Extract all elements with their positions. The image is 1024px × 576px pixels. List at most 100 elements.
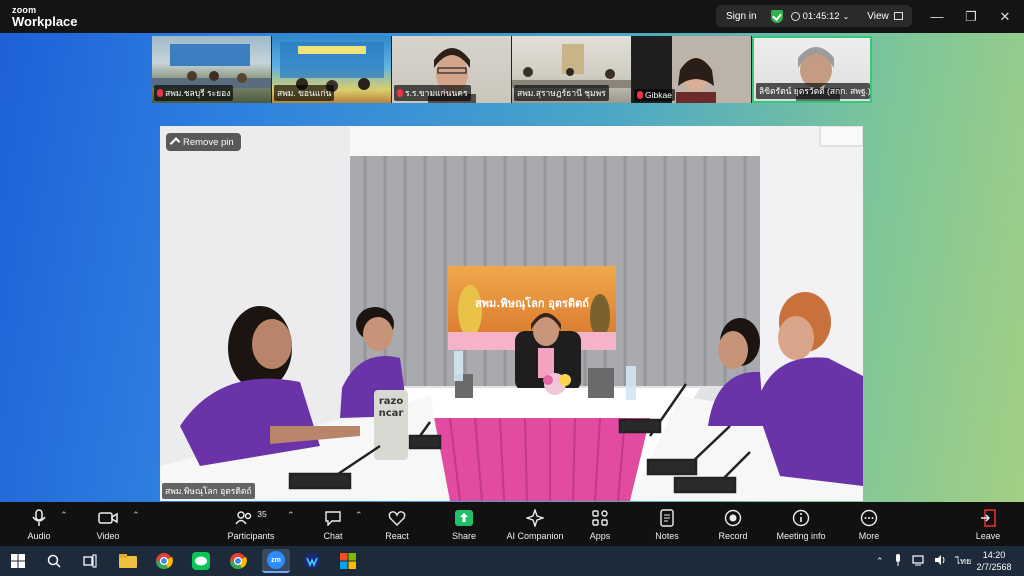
participant-thumbnail[interactable]: สพม.ชลบุรี ระยอง xyxy=(152,36,272,103)
record-icon xyxy=(724,508,742,528)
task-view-icon[interactable] xyxy=(80,551,100,571)
zoom-badge: zm xyxy=(267,551,285,569)
apps-label: Apps xyxy=(589,530,611,541)
microphone-tray-icon[interactable] xyxy=(894,554,902,568)
participants-icon: 35 xyxy=(235,508,267,528)
mic-muted-icon xyxy=(637,91,643,99)
minimize-button[interactable]: — xyxy=(920,0,954,33)
more-icon xyxy=(860,508,878,528)
close-button[interactable]: ✕ xyxy=(988,0,1022,33)
video-options-caret[interactable]: ⌃ xyxy=(132,510,140,521)
windows-start-icon[interactable] xyxy=(8,551,28,571)
chat-bubble-icon xyxy=(324,508,342,528)
ai-companion-label: AI Companion xyxy=(506,530,564,541)
volume-icon[interactable] xyxy=(934,554,946,568)
view-label: View xyxy=(867,10,889,22)
leave-label: Leave xyxy=(975,530,1001,541)
notes-icon xyxy=(659,508,675,528)
sparkle-icon xyxy=(526,508,544,528)
notes-button[interactable]: Notes xyxy=(651,502,683,546)
language-indicator[interactable]: ไทย xyxy=(956,554,972,568)
record-label: Record xyxy=(718,530,748,541)
participant-name: Gibkae xyxy=(634,89,675,101)
audio-button[interactable]: Audio xyxy=(22,502,56,546)
more-button[interactable]: More xyxy=(854,502,884,546)
clock-time: 14:20 xyxy=(982,550,1006,560)
chrome-icon[interactable] xyxy=(154,551,174,571)
meeting-toolbar: Audio ⌃ Video ⌃ 35 Participants ⌃ Chat ⌃… xyxy=(0,502,1024,546)
participant-thumbnail[interactable]: Gibkae xyxy=(632,36,752,103)
windows-taskbar: zm ⌃ ไทย 14:20 2/7/2568 xyxy=(0,546,1024,576)
zoom-logo: zoom Workplace xyxy=(12,5,78,29)
react-button[interactable]: React xyxy=(380,502,414,546)
view-button[interactable]: View xyxy=(867,11,903,22)
record-button[interactable]: Record xyxy=(716,502,750,546)
remove-pin-button[interactable]: Remove pin xyxy=(166,133,241,151)
search-icon[interactable] xyxy=(44,551,64,571)
audio-label: Audio xyxy=(27,530,51,541)
share-label: Share xyxy=(451,530,477,541)
clock-date: 2/7/2568 xyxy=(976,562,1012,572)
video-button[interactable]: Video xyxy=(90,502,126,546)
chrome-profile-icon[interactable] xyxy=(228,551,248,571)
notes-label: Notes xyxy=(655,530,679,541)
bottle-text-line2: ncar xyxy=(379,408,404,419)
brand-large: Workplace xyxy=(12,13,78,29)
webex-icon[interactable] xyxy=(302,551,322,571)
participant-name: สพม. ขอนแก่น xyxy=(274,85,335,101)
heart-icon xyxy=(388,508,406,528)
remove-pin-label: Remove pin xyxy=(183,136,234,148)
header-controls: Sign in 01:45:12 ⌄ View xyxy=(716,5,912,27)
restore-button[interactable]: ❐ xyxy=(954,0,988,33)
meeting-timer[interactable]: 01:45:12 ⌄ xyxy=(790,10,849,22)
participant-thumbnail-strip: สพม.ชลบุรี ระยอง สพม. ขอนแก่น ร.ร.ขามแก่… xyxy=(152,36,872,103)
zoom-app-icon[interactable]: zm xyxy=(262,549,290,573)
participants-options-caret[interactable]: ⌃ xyxy=(287,510,295,521)
encryption-shield-icon[interactable] xyxy=(770,9,783,23)
participant-name: ร.ร.ขามแก่นนคร xyxy=(394,85,471,101)
clock-icon xyxy=(790,11,800,21)
chat-button[interactable]: Chat xyxy=(318,502,348,546)
sign-in-link[interactable]: Sign in xyxy=(726,11,757,22)
banner-text: สพม.พิษณุโลก อุตรดิตถ์ xyxy=(475,296,589,311)
leave-door-icon xyxy=(979,508,997,528)
more-label: More xyxy=(858,530,880,541)
leave-button[interactable]: Leave xyxy=(972,502,1004,546)
participant-thumbnail[interactable]: ร.ร.ขามแก่นนคร xyxy=(392,36,512,103)
timer-value: 01:45:12 xyxy=(802,10,840,22)
chevron-up-icon[interactable]: ⌃ xyxy=(876,556,884,567)
participant-thumbnail[interactable]: สพม. ขอนแก่น xyxy=(272,36,392,103)
info-icon xyxy=(792,508,810,528)
network-icon[interactable] xyxy=(911,554,924,568)
system-tray: ⌃ ไทย xyxy=(876,546,971,576)
participant-name: สพม.สุราษฎร์ธานี ชุมพร xyxy=(514,85,609,101)
participant-thumbnail[interactable]: สพม.สุราษฎร์ธานี ชุมพร xyxy=(512,36,632,103)
taskbar-clock[interactable]: 14:20 2/7/2568 xyxy=(970,546,1018,576)
mic-muted-icon xyxy=(157,89,163,97)
apps-button[interactable]: Apps xyxy=(585,502,615,546)
participant-name: สพม.ชลบุรี ระยอง xyxy=(154,85,234,101)
microphone-icon xyxy=(32,508,46,528)
participants-button[interactable]: 35 Participants xyxy=(224,502,278,546)
ai-companion-button[interactable]: AI Companion xyxy=(504,502,566,546)
file-explorer-icon[interactable] xyxy=(118,551,138,571)
main-video-feed[interactable]: สพม.พิษณุโลก อุตรดิตถ์ razo ncar Remove … xyxy=(160,126,863,501)
title-bar: zoom Workplace Sign in 01:45:12 ⌄ View —… xyxy=(0,0,1024,33)
chat-options-caret[interactable]: ⌃ xyxy=(355,510,363,521)
audio-options-caret[interactable]: ⌃ xyxy=(60,510,68,521)
participant-name: ลิขิตรัตน์ ยุตรวัตติ์ (สกก. สพฐ.) xyxy=(756,83,870,99)
microsoft-store-icon[interactable] xyxy=(338,551,358,571)
line-app-icon[interactable] xyxy=(191,551,211,571)
video-camera-icon xyxy=(98,508,118,528)
react-label: React xyxy=(385,530,409,541)
pin-icon xyxy=(169,136,181,148)
share-screen-icon xyxy=(454,508,474,528)
meeting-info-button[interactable]: Meeting info xyxy=(772,502,830,546)
participants-label: Participants xyxy=(227,530,275,541)
grid-view-icon xyxy=(893,12,903,20)
share-button[interactable]: Share xyxy=(446,502,482,546)
participant-thumbnail-active[interactable]: ลิขิตรัตน์ ยุตรวัตติ์ (สกก. สพฐ.) xyxy=(752,36,872,103)
apps-icon xyxy=(591,508,609,528)
mic-muted-icon xyxy=(397,89,403,97)
bottle-text-line1: razo xyxy=(379,396,404,407)
